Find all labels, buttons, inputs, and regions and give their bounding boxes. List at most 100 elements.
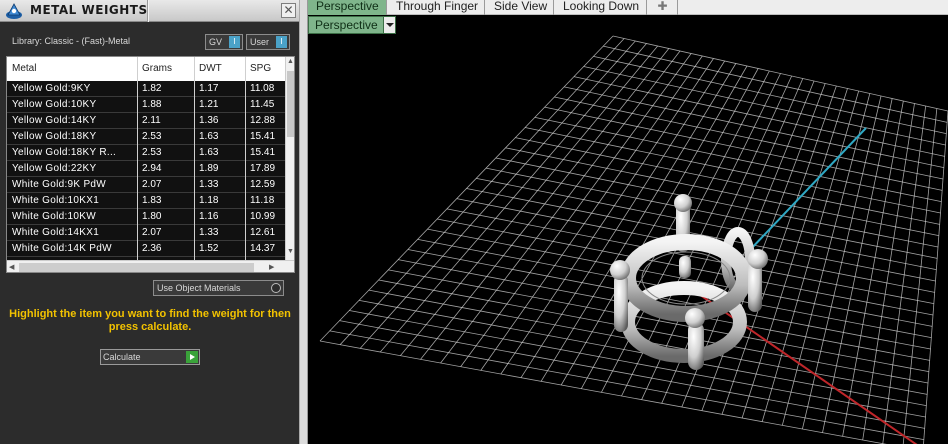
cell-dwt: 1.17 bbox=[199, 83, 219, 94]
gv-dropdown-button-icon[interactable]: I bbox=[229, 36, 240, 48]
column-header-dwt[interactable]: DWT bbox=[199, 63, 222, 74]
cell-metal: Yellow Gold:10KY bbox=[12, 99, 97, 110]
chevron-down-icon[interactable] bbox=[383, 17, 395, 33]
cell-grams: 2.94 bbox=[142, 163, 162, 174]
user-dropdown-button-icon[interactable]: I bbox=[276, 36, 287, 48]
use-object-materials-toggle[interactable]: Use Object Materials bbox=[153, 280, 284, 296]
ring-setting-model[interactable] bbox=[610, 194, 768, 370]
scroll-down-icon[interactable]: ▼ bbox=[287, 248, 294, 255]
table-row[interactable]: Yellow Gold:14KY 2.11 1.36 12.88 bbox=[7, 113, 285, 129]
cell-dwt: 1.33 bbox=[199, 227, 219, 238]
cell-grams: 2.11 bbox=[142, 115, 161, 126]
table-horizontal-scrollbar[interactable]: ◀ ▶ bbox=[7, 260, 294, 272]
gv-dropdown-value: GV bbox=[209, 37, 223, 47]
panel-splitter[interactable] bbox=[299, 0, 308, 444]
cell-metal: Yellow Gold:18KY R... bbox=[12, 147, 117, 158]
close-button[interactable]: ✕ bbox=[281, 3, 296, 18]
cell-dwt: 1.18 bbox=[199, 195, 219, 206]
cell-spg: 11.08 bbox=[250, 83, 275, 94]
tab-perspective[interactable]: Perspective bbox=[308, 0, 387, 15]
3d-viewport[interactable]: Perspective bbox=[308, 16, 948, 444]
scroll-left-icon[interactable]: ◀ bbox=[9, 263, 14, 271]
grid-line bbox=[721, 85, 837, 415]
cell-spg: 11.45 bbox=[250, 99, 275, 110]
calculate-button[interactable]: Calculate bbox=[100, 349, 200, 365]
user-dropdown[interactable]: User I bbox=[246, 34, 290, 50]
gv-dropdown[interactable]: GV I bbox=[205, 34, 243, 50]
table-header: Metal Grams DWT SPG bbox=[7, 57, 285, 81]
ground-grid bbox=[319, 35, 948, 444]
cell-dwt: 1.89 bbox=[199, 163, 219, 174]
horizontal-scroll-thumb[interactable] bbox=[19, 263, 254, 272]
table-row[interactable]: Yellow Gold:10KY 1.88 1.21 11.45 bbox=[7, 97, 285, 113]
cell-metal: White Gold:14K PdW bbox=[12, 243, 112, 254]
cell-dwt: 1.33 bbox=[199, 179, 219, 190]
instruction-text: Highlight the item you want to find the … bbox=[9, 308, 291, 333]
cell-grams: 2.07 bbox=[142, 227, 162, 238]
table-row[interactable]: White Gold:9K PdW 2.07 1.33 12.59 bbox=[7, 177, 285, 193]
column-header-grams[interactable]: Grams bbox=[142, 63, 172, 74]
library-label: Library: Classic - (Fast)-Metal bbox=[12, 36, 131, 46]
table-row[interactable]: Yellow Gold:18KY 2.53 1.63 15.41 bbox=[7, 129, 285, 145]
radio-icon[interactable] bbox=[271, 283, 281, 293]
table-row[interactable]: White Gold:14K PdW 2.36 1.52 14.37 bbox=[7, 241, 285, 257]
grid-line bbox=[822, 98, 893, 433]
cell-metal: White Gold:14KX1 bbox=[12, 227, 100, 238]
table-row[interactable]: Yellow Gold:9KY 1.82 1.17 11.08 bbox=[7, 81, 285, 97]
vertical-scroll-thumb[interactable] bbox=[287, 71, 294, 137]
column-header-spg[interactable]: SPG bbox=[250, 63, 271, 74]
scroll-up-icon[interactable]: ▲ bbox=[287, 58, 294, 65]
cell-spg: 15.41 bbox=[250, 131, 276, 142]
use-object-materials-label: Use Object Materials bbox=[157, 283, 241, 293]
tab-looking-down[interactable]: Looking Down bbox=[555, 0, 647, 15]
metal-weights-logo-icon bbox=[6, 3, 22, 19]
cell-spg: 11.18 bbox=[250, 195, 275, 206]
add-tab-icon[interactable]: ✚ bbox=[648, 0, 678, 15]
cell-spg: 12.88 bbox=[250, 115, 276, 126]
scroll-right-icon[interactable]: ▶ bbox=[269, 263, 274, 271]
x-axis-line bbox=[692, 289, 918, 444]
column-divider bbox=[194, 57, 195, 261]
cell-spg: 12.61 bbox=[250, 227, 276, 238]
column-divider bbox=[137, 57, 138, 261]
metal-weights-table[interactable]: Metal Grams DWT SPG Yellow Gold:9KY 1.82 1… bbox=[6, 56, 295, 273]
cell-metal: Yellow Gold:14KY bbox=[12, 115, 97, 126]
viewport-tab-bar: Perspective Through Finger Side View Loo… bbox=[308, 0, 948, 15]
grid-line bbox=[842, 100, 904, 437]
table-row[interactable]: White Gold:10KX1 1.83 1.18 11.18 bbox=[7, 193, 285, 209]
table-row[interactable]: Yellow Gold:22KY 2.94 1.89 17.89 bbox=[7, 161, 285, 177]
user-dropdown-value: User bbox=[250, 37, 270, 47]
cell-grams: 2.53 bbox=[142, 131, 162, 142]
cell-grams: 1.82 bbox=[142, 83, 162, 94]
cell-dwt: 1.63 bbox=[199, 147, 219, 158]
cell-grams: 1.88 bbox=[142, 99, 162, 110]
cell-spg: 17.89 bbox=[250, 163, 276, 174]
cell-dwt: 1.21 bbox=[199, 99, 219, 110]
table-row[interactable]: White Gold:10KW 1.80 1.16 10.99 bbox=[7, 209, 285, 225]
play-icon[interactable] bbox=[186, 351, 198, 363]
column-header-metal[interactable]: Metal bbox=[12, 63, 36, 74]
table-row[interactable]: Yellow Gold:18KY R... 2.53 1.63 15.41 bbox=[7, 145, 285, 161]
cell-metal: Yellow Gold:9KY bbox=[12, 83, 91, 94]
cell-metal: Yellow Gold:22KY bbox=[12, 163, 97, 174]
cell-grams: 1.83 bbox=[142, 195, 162, 206]
panel-title: METAL WEIGHTS bbox=[30, 3, 148, 17]
panel-titlebar: METAL WEIGHTS ✕ bbox=[0, 0, 299, 22]
metal-weights-panel: METAL WEIGHTS ✕ Library: Classic - (Fast… bbox=[0, 0, 301, 444]
cell-metal: White Gold:10KW bbox=[12, 211, 96, 222]
viewport-scene[interactable] bbox=[308, 16, 948, 444]
cell-grams: 2.07 bbox=[142, 179, 162, 190]
tab-side-view[interactable]: Side View bbox=[486, 0, 554, 15]
cell-dwt: 1.16 bbox=[199, 211, 219, 222]
cell-grams: 2.53 bbox=[142, 147, 162, 158]
cell-dwt: 1.52 bbox=[199, 243, 219, 254]
table-row[interactable]: White Gold:14KX1 2.07 1.33 12.61 bbox=[7, 225, 285, 241]
grid-line bbox=[902, 108, 938, 444]
grid-line bbox=[862, 103, 915, 441]
table-vertical-scrollbar[interactable]: ▲ ▼ bbox=[285, 57, 294, 261]
cell-metal: White Gold:10KX1 bbox=[12, 195, 100, 206]
cell-spg: 15.41 bbox=[250, 147, 276, 158]
view-mode-dropdown[interactable]: Perspective bbox=[308, 16, 396, 34]
cell-spg: 10.99 bbox=[250, 211, 276, 222]
tab-through-finger[interactable]: Through Finger bbox=[388, 0, 485, 15]
